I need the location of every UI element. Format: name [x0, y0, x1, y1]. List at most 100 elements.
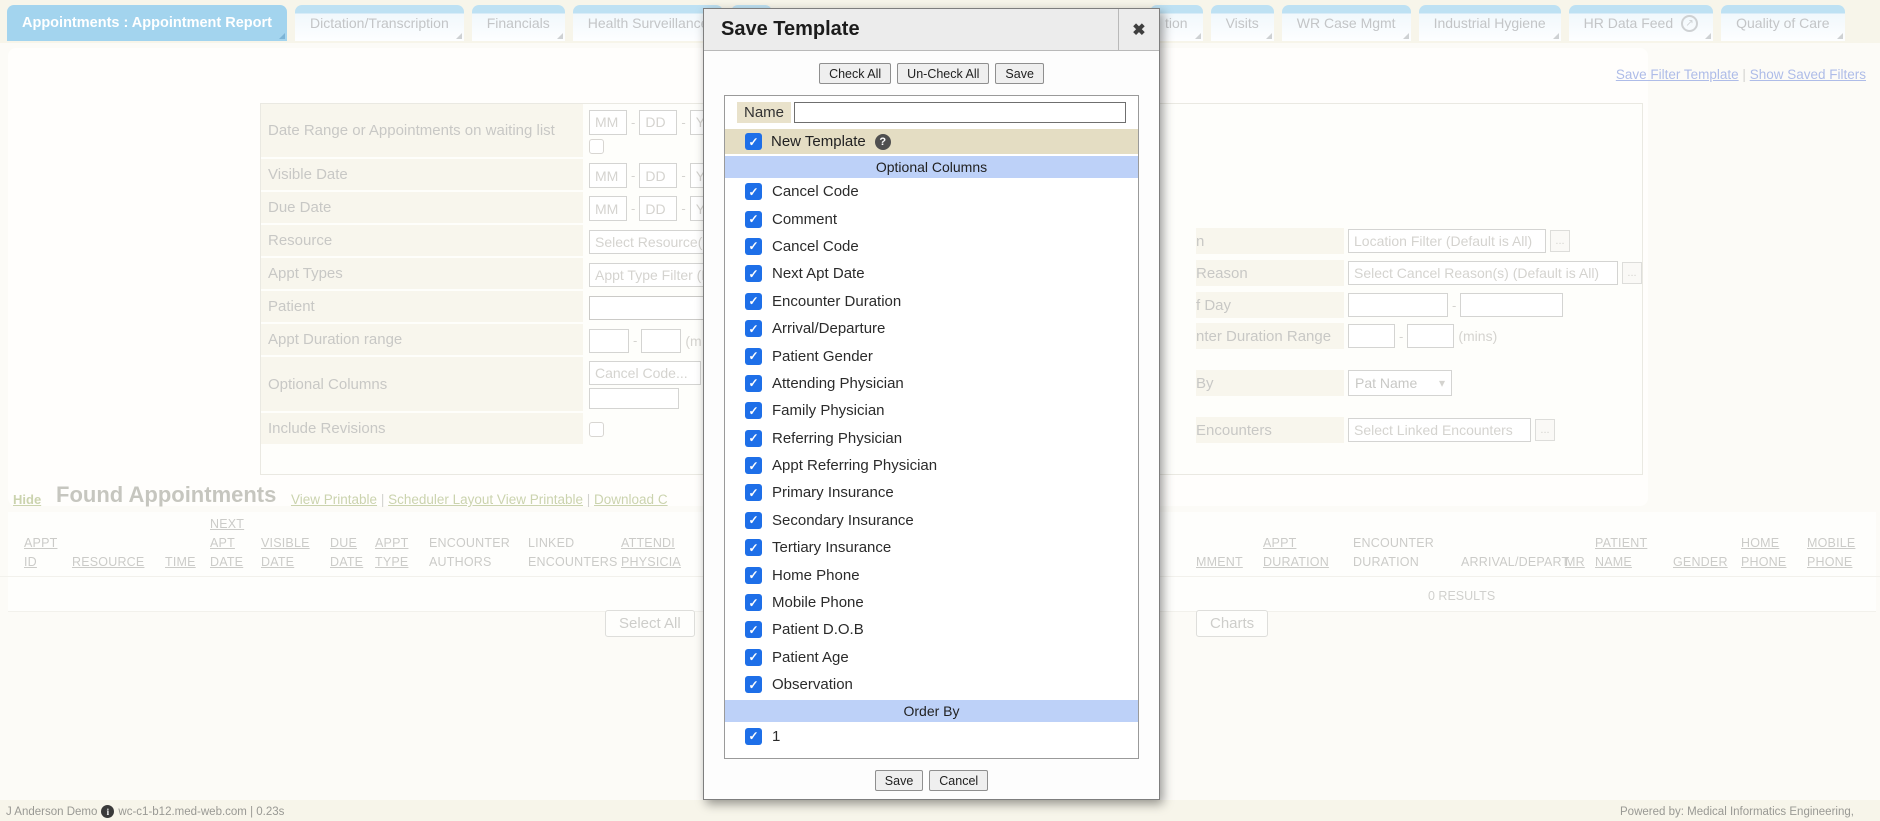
optional-column-label: Patient D.O.B — [772, 621, 864, 638]
tab-hr-data-feed[interactable]: HR Data Feed — [1569, 5, 1713, 41]
optional-columns-list: Cancel Code Comment Cancel Code Next Apt… — [725, 178, 1138, 698]
checkbox-checked-icon[interactable] — [745, 484, 762, 501]
checkbox-checked-icon[interactable] — [745, 512, 762, 529]
checkbox-checked-icon[interactable] — [745, 402, 762, 419]
cancel-button[interactable]: Cancel — [929, 770, 988, 791]
tab-quality-of-care[interactable]: Quality of Care — [1721, 5, 1844, 41]
optional-column-label: Primary Insurance — [772, 484, 894, 501]
checkbox-checked-icon[interactable] — [745, 265, 762, 282]
modal-actions: Save Cancel — [704, 770, 1159, 791]
optional-column-row[interactable]: Home Phone — [725, 561, 1138, 588]
checkbox-checked-icon[interactable] — [745, 133, 762, 150]
tab-wr-case-mgmt[interactable]: WR Case Mgmt — [1282, 5, 1411, 41]
checkbox-checked-icon[interactable] — [745, 211, 762, 228]
checkbox-checked-icon[interactable] — [745, 293, 762, 310]
optional-column-row[interactable]: Cancel Code — [725, 233, 1138, 260]
optional-column-label: Mobile Phone — [772, 594, 864, 611]
template-columns-box: Name New Template ? Optional Columns Can… — [724, 95, 1139, 759]
optional-column-label: Patient Age — [772, 649, 849, 666]
optional-column-row[interactable]: Patient Age — [725, 644, 1138, 671]
optional-column-row[interactable]: Attending Physician — [725, 370, 1138, 397]
optional-column-row[interactable]: Encounter Duration — [725, 288, 1138, 315]
tab-label: HR Data Feed — [1584, 15, 1673, 31]
checkbox-checked-icon[interactable] — [745, 649, 762, 666]
tab-label: Health Surveillance — [588, 15, 709, 31]
optional-column-label: Cancel Code — [772, 238, 859, 255]
tab-dictation-transcription[interactable]: Dictation/Transcription — [295, 5, 464, 41]
optional-column-row[interactable]: Referring Physician — [725, 425, 1138, 452]
tab-label: Visits — [1226, 15, 1259, 31]
template-name-row: Name — [725, 96, 1138, 127]
name-label: Name — [737, 102, 791, 123]
external-link-icon — [1681, 15, 1698, 32]
session-info: J Anderson Demo i wc-c1-b12.med-web.com … — [6, 805, 284, 818]
optional-column-label: Family Physician — [772, 402, 885, 419]
modal-title: Save Template — [704, 9, 1118, 50]
info-icon[interactable]: i — [101, 805, 114, 818]
powered-by: Powered by: Medical Informatics Engineer… — [1620, 806, 1854, 818]
order-by-row[interactable]: 1 — [725, 722, 1138, 749]
save-template-modal: Save Template ✖ Check All Un-Check All S… — [703, 8, 1160, 800]
optional-column-label: Comment — [772, 211, 837, 228]
status-bar: J Anderson Demo i wc-c1-b12.med-web.com … — [0, 801, 1880, 821]
uncheck-all-button[interactable]: Un-Check All — [897, 63, 989, 84]
section-header-optional-columns: Optional Columns — [725, 156, 1138, 178]
optional-column-label: Patient Gender — [772, 348, 873, 365]
tab-industrial-hygiene[interactable]: Industrial Hygiene — [1419, 5, 1561, 41]
tab-label: Dictation/Transcription — [310, 15, 449, 31]
optional-column-row[interactable]: Observation — [725, 671, 1138, 698]
optional-column-label: Appt Referring Physician — [772, 457, 937, 474]
checkbox-checked-icon[interactable] — [745, 676, 762, 693]
optional-column-row[interactable]: Comment — [725, 205, 1138, 232]
optional-column-row[interactable]: Patient D.O.B — [725, 616, 1138, 643]
optional-column-label: Cancel Code — [772, 183, 859, 200]
optional-column-label: Tertiary Insurance — [772, 539, 891, 556]
checkbox-checked-icon[interactable] — [745, 621, 762, 638]
checkbox-checked-icon[interactable] — [745, 594, 762, 611]
tab-label: tion — [1165, 15, 1188, 31]
optional-column-row[interactable]: Family Physician — [725, 397, 1138, 424]
tab-appointments-appointment-report[interactable]: Appointments : Appointment Report — [7, 5, 287, 41]
help-icon[interactable]: ? — [875, 134, 891, 150]
check-all-button[interactable]: Check All — [819, 63, 891, 84]
checkbox-checked-icon[interactable] — [745, 375, 762, 392]
checkbox-checked-icon[interactable] — [745, 320, 762, 337]
optional-column-row[interactable]: Next Apt Date — [725, 260, 1138, 287]
optional-column-label: Encounter Duration — [772, 293, 901, 310]
optional-column-row[interactable]: Mobile Phone — [725, 589, 1138, 616]
checkbox-checked-icon[interactable] — [745, 348, 762, 365]
tab-label: Quality of Care — [1736, 15, 1829, 31]
optional-column-label: Home Phone — [772, 567, 860, 584]
checkbox-checked-icon[interactable] — [745, 539, 762, 556]
optional-column-row[interactable]: Primary Insurance — [725, 479, 1138, 506]
checkbox-checked-icon[interactable] — [745, 183, 762, 200]
tab-health-surveillance[interactable]: Health Surveillance — [573, 5, 724, 41]
tab-label: Appointments : Appointment Report — [22, 15, 272, 31]
checkbox-checked-icon[interactable] — [745, 457, 762, 474]
tab-label: WR Case Mgmt — [1297, 15, 1396, 31]
new-template-label: New Template — [771, 133, 866, 150]
optional-column-label: Secondary Insurance — [772, 512, 914, 529]
modal-header: Save Template ✖ — [704, 9, 1159, 51]
checkbox-checked-icon[interactable] — [745, 430, 762, 447]
optional-column-label: Arrival/Departure — [772, 320, 885, 337]
template-name-input[interactable] — [794, 102, 1126, 123]
toolbar-save-button[interactable]: Save — [995, 63, 1044, 84]
checkbox-checked-icon[interactable] — [745, 567, 762, 584]
tab-visits[interactable]: Visits — [1211, 5, 1274, 41]
checkbox-checked-icon[interactable] — [745, 238, 762, 255]
checkbox-checked-icon[interactable] — [745, 728, 762, 745]
tab-label: Industrial Hygiene — [1434, 15, 1546, 31]
close-icon[interactable]: ✖ — [1118, 9, 1159, 50]
new-template-row[interactable]: New Template ? — [725, 129, 1138, 154]
tab-financials[interactable]: Financials — [472, 5, 565, 41]
optional-column-label: Attending Physician — [772, 375, 904, 392]
optional-column-label: Next Apt Date — [772, 265, 865, 282]
optional-column-row[interactable]: Arrival/Departure — [725, 315, 1138, 342]
save-button[interactable]: Save — [875, 770, 924, 791]
optional-column-row[interactable]: Secondary Insurance — [725, 507, 1138, 534]
optional-column-row[interactable]: Appt Referring Physician — [725, 452, 1138, 479]
optional-column-row[interactable]: Tertiary Insurance — [725, 534, 1138, 561]
optional-column-row[interactable]: Patient Gender — [725, 342, 1138, 369]
optional-column-row[interactable]: Cancel Code — [725, 178, 1138, 205]
